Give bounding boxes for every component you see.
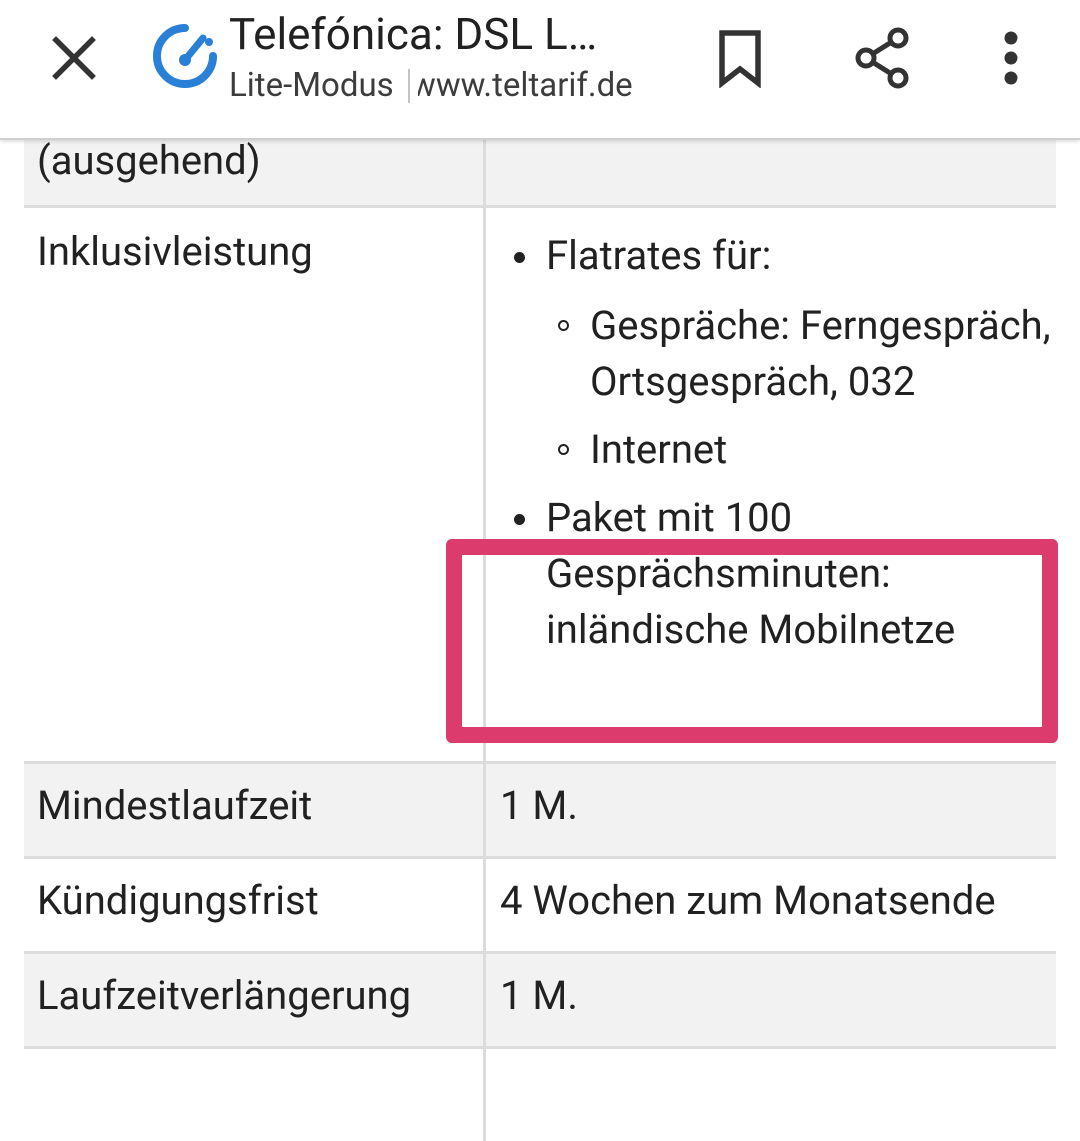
page-title: Telefónica: DSL L… <box>229 6 649 62</box>
more-vert-icon <box>1001 28 1021 88</box>
row-label <box>24 1048 485 1141</box>
list-item-flatrates: Flatrates für: Gespräche: Ferngespräch, … <box>500 228 1056 478</box>
table-row: Mindestlaufzeit 1 M. <box>24 763 1056 858</box>
more-options-button[interactable] <box>975 22 1047 94</box>
bookmark-button[interactable] <box>704 22 776 94</box>
close-button[interactable] <box>38 22 110 94</box>
subtitle-row: Lite-Modus www.teltarif.de <box>229 64 649 108</box>
page-content: (ausgehend) Inklusivleistung Flatrates f… <box>0 0 1080 1011</box>
speedometer-icon <box>151 22 219 90</box>
row-value: 4 Wochen zum Monatsende <box>485 858 1057 953</box>
share-button[interactable] <box>846 22 918 94</box>
share-icon <box>852 26 912 90</box>
row-label: Kündigungsfrist <box>24 858 485 953</box>
list-item: Internet <box>546 422 1056 478</box>
row-value: 1 M. <box>485 953 1057 1048</box>
flatrate-sublist: Gespräche: Ferngespräch, Ortsgespräch, 0… <box>546 298 1056 478</box>
page-domain: www.teltarif.de <box>418 64 633 108</box>
table-row: Kündigungsfrist 4 Wochen zum Monatsende <box>24 858 1056 953</box>
bookmark-icon <box>716 28 764 88</box>
row-label: Inklusivleistung <box>24 207 485 763</box>
row-value <box>485 1048 1057 1141</box>
table-row-inklusivleistung: Inklusivleistung Flatrates für: Gespräch… <box>24 207 1056 763</box>
list-item-label: Flatrates für: <box>546 232 771 279</box>
list-item-paket: Paket mit 100 Gesprächsminuten: inländis… <box>500 490 1056 658</box>
lite-mode-label: Lite-Modus <box>229 64 394 108</box>
table-row: Laufzeitverlängerung 1 M. <box>24 953 1056 1048</box>
row-label: Mindestlaufzeit <box>24 763 485 858</box>
row-label: Laufzeitverlängerung <box>24 953 485 1048</box>
row-value: 1 M. <box>485 763 1057 858</box>
title-block[interactable]: Telefónica: DSL L… Lite-Modus www.teltar… <box>229 6 649 108</box>
close-icon <box>52 36 96 80</box>
subtitle-divider <box>408 69 410 103</box>
top-app-bar: Telefónica: DSL L… Lite-Modus www.teltar… <box>0 0 1080 140</box>
table-row <box>24 1048 1056 1141</box>
tariff-table: (ausgehend) Inklusivleistung Flatrates f… <box>24 120 1056 1141</box>
row-value: Flatrates für: Gespräche: Ferngespräch, … <box>485 207 1057 763</box>
list-item: Gespräche: Ferngespräch, Ortsgespräch, 0… <box>546 298 1056 410</box>
inclusive-list: Flatrates für: Gespräche: Ferngespräch, … <box>500 228 1056 658</box>
